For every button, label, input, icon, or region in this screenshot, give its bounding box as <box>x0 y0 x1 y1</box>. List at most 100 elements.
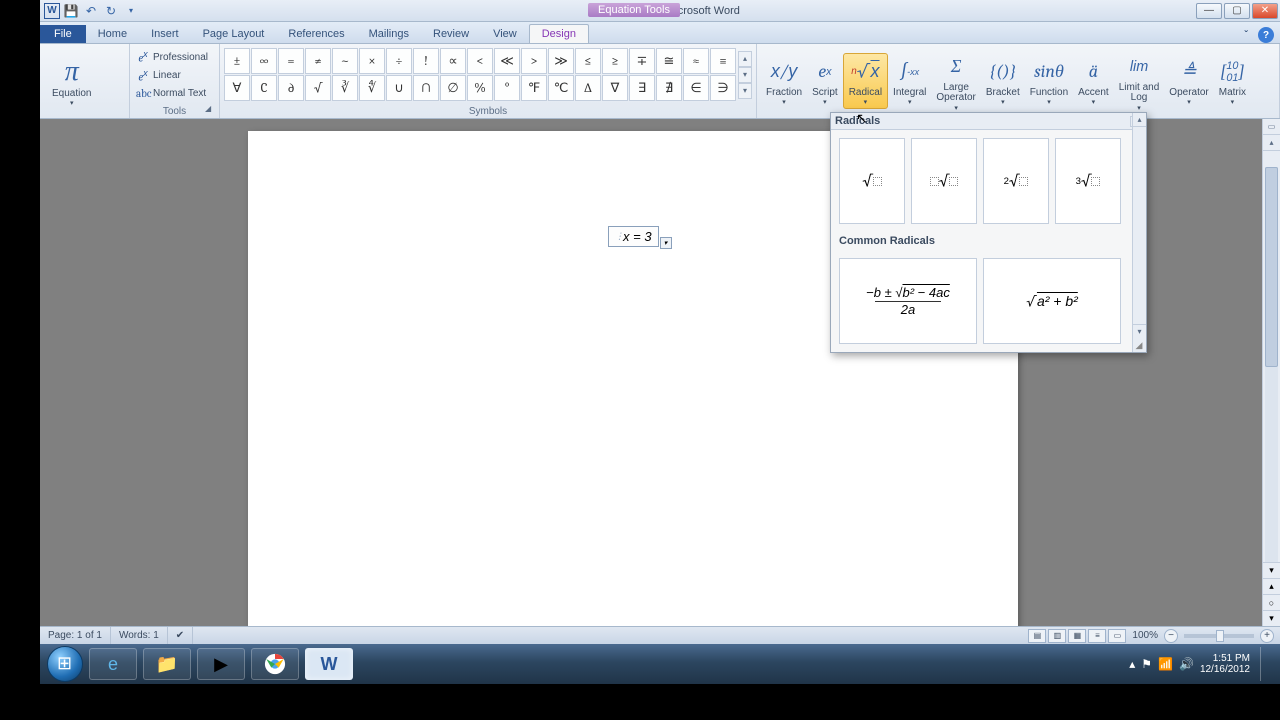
symbol-cell[interactable]: ℉ <box>521 75 547 101</box>
symbol-cell[interactable]: ∄ <box>656 75 682 101</box>
view-draft[interactable]: ▭ <box>1108 629 1126 643</box>
minimize-ribbon-button[interactable]: ˇ <box>1238 27 1254 43</box>
symbol-cell[interactable]: > <box>521 48 547 74</box>
tab-mailings[interactable]: Mailings <box>357 25 421 43</box>
tools-dialog-launcher[interactable]: ◢ <box>205 104 217 116</box>
accent-button[interactable]: äAccent▾ <box>1073 54 1114 109</box>
linear-button[interactable]: exLinear <box>134 67 210 85</box>
undo-button[interactable]: ↶ <box>82 2 100 20</box>
symbol-cell[interactable]: √ <box>305 75 331 101</box>
symbol-cell[interactable]: = <box>278 48 304 74</box>
symbol-cell[interactable]: ∃ <box>629 75 655 101</box>
tray-show-hidden[interactable]: ▴ <box>1129 657 1135 671</box>
symbol-cell[interactable]: ℃ <box>548 75 574 101</box>
zoom-thumb[interactable] <box>1216 630 1224 642</box>
symbol-cell[interactable]: % <box>467 75 493 101</box>
fraction-button[interactable]: x/yFraction▾ <box>761 54 807 109</box>
symbol-cell[interactable]: ≤ <box>575 48 601 74</box>
tray-flag-icon[interactable]: ⚑ <box>1141 657 1152 671</box>
tab-home[interactable]: Home <box>86 25 139 43</box>
vscroll-up[interactable]: ▴ <box>1263 135 1280 151</box>
symbol-cell[interactable]: ± <box>224 48 250 74</box>
symbols-scroll-up[interactable]: ▴ <box>738 51 752 67</box>
large_operator-button[interactable]: ΣLarge Operator▾ <box>931 49 980 114</box>
equation-content[interactable]: x = 3 <box>623 229 652 244</box>
tab-insert[interactable]: Insert <box>139 25 191 43</box>
symbol-cell[interactable]: ≥ <box>602 48 628 74</box>
symbols-scroll-down[interactable]: ▾ <box>738 67 752 83</box>
symbol-cell[interactable]: ! <box>413 48 439 74</box>
function-button[interactable]: sinθFunction▾ <box>1025 54 1073 109</box>
zoom-out-button[interactable]: − <box>1164 629 1178 643</box>
symbols-more[interactable]: ▾ <box>738 83 752 99</box>
taskbar-ie[interactable]: e <box>89 648 137 680</box>
symbol-cell[interactable]: ∩ <box>413 75 439 101</box>
show-desktop-button[interactable] <box>1260 647 1270 681</box>
minimize-button[interactable]: — <box>1196 3 1222 19</box>
close-button[interactable]: ✕ <box>1252 3 1278 19</box>
word-icon[interactable]: W <box>44 3 60 19</box>
symbol-cell[interactable]: ~ <box>332 48 358 74</box>
equation-handle[interactable]: ⋮ <box>615 231 623 242</box>
radical-button[interactable]: n√xRadical▾ <box>843 53 888 110</box>
taskbar-media-player[interactable]: ▶ <box>197 648 245 680</box>
symbol-cell[interactable]: < <box>467 48 493 74</box>
taskbar-chrome[interactable] <box>251 648 299 680</box>
next-page-button[interactable]: ▾ <box>1263 610 1280 626</box>
help-button[interactable]: ? <box>1258 27 1274 43</box>
tab-file[interactable]: File <box>40 25 86 43</box>
radical-4th-root[interactable]: 3√ <box>1055 138 1121 224</box>
tray-volume-icon[interactable]: 🔊 <box>1179 657 1194 671</box>
equation-options-button[interactable]: ▾ <box>660 237 672 249</box>
symbol-cell[interactable]: ∓ <box>629 48 655 74</box>
symbol-cell[interactable]: ∛ <box>332 75 358 101</box>
symbol-cell[interactable]: ∆ <box>575 75 601 101</box>
status-proofing[interactable]: ✔ <box>168 627 193 644</box>
symbol-cell[interactable]: C <box>251 75 277 101</box>
radical-sqrt[interactable]: √ <box>839 138 905 224</box>
symbol-cell[interactable]: ∪ <box>386 75 412 101</box>
symbol-cell[interactable]: ∞ <box>251 48 277 74</box>
gallery-scrollbar-down[interactable]: ▾ <box>1133 324 1146 338</box>
integral-button[interactable]: ∫-xxIntegral▾ <box>888 54 931 109</box>
equation-box[interactable]: ⋮ x = 3 ▾ <box>608 226 659 247</box>
symbol-cell[interactable]: ≫ <box>548 48 574 74</box>
prev-page-button[interactable]: ▴ <box>1263 578 1280 594</box>
symbol-cell[interactable]: ° <box>494 75 520 101</box>
symbol-cell[interactable]: ≈ <box>683 48 709 74</box>
symbol-cell[interactable]: ∝ <box>440 48 466 74</box>
status-page[interactable]: Page: 1 of 1 <box>40 627 111 644</box>
symbol-cell[interactable]: ∂ <box>278 75 304 101</box>
symbol-cell[interactable]: ∇ <box>602 75 628 101</box>
tray-clock[interactable]: 1:51 PM 12/16/2012 <box>1200 653 1250 676</box>
zoom-slider[interactable] <box>1184 634 1254 638</box>
professional-button[interactable]: exProfessional <box>134 48 210 66</box>
symbol-cell[interactable]: × <box>359 48 385 74</box>
normal-text-button[interactable]: abcNormal Text <box>134 86 210 101</box>
operator-button[interactable]: ≜Operator▾ <box>1164 54 1213 109</box>
symbol-cell[interactable]: ÷ <box>386 48 412 74</box>
symbol-cell[interactable]: ∅ <box>440 75 466 101</box>
symbol-cell[interactable]: ∈ <box>683 75 709 101</box>
matrix-button[interactable]: [1001]Matrix▾ <box>1214 54 1251 109</box>
tab-references[interactable]: References <box>276 25 356 43</box>
tab-page-layout[interactable]: Page Layout <box>191 25 277 43</box>
view-full-screen[interactable]: ▥ <box>1048 629 1066 643</box>
view-print-layout[interactable]: ▤ <box>1028 629 1046 643</box>
tab-view[interactable]: View <box>481 25 529 43</box>
gallery-resize-handle[interactable]: ◢ <box>1132 338 1146 352</box>
symbol-cell[interactable]: ≠ <box>305 48 331 74</box>
symbol-cell[interactable]: ≅ <box>656 48 682 74</box>
save-button[interactable]: 💾 <box>62 2 80 20</box>
vscroll-thumb[interactable] <box>1265 167 1278 367</box>
zoom-level[interactable]: 100% <box>1128 630 1162 641</box>
script-button[interactable]: exScript▾ <box>807 54 843 109</box>
symbol-cell[interactable]: ∜ <box>359 75 385 101</box>
status-words[interactable]: Words: 1 <box>111 627 168 644</box>
radical-quadratic-formula[interactable]: −b ± √b² − 4ac 2a <box>839 258 977 344</box>
vscroll-down[interactable]: ▾ <box>1263 562 1280 578</box>
limit_log-button[interactable]: limLimit and Log▾ <box>1114 49 1165 114</box>
view-outline[interactable]: ≡ <box>1088 629 1106 643</box>
zoom-in-button[interactable]: + <box>1260 629 1274 643</box>
browse-object-button[interactable]: ○ <box>1263 594 1280 610</box>
